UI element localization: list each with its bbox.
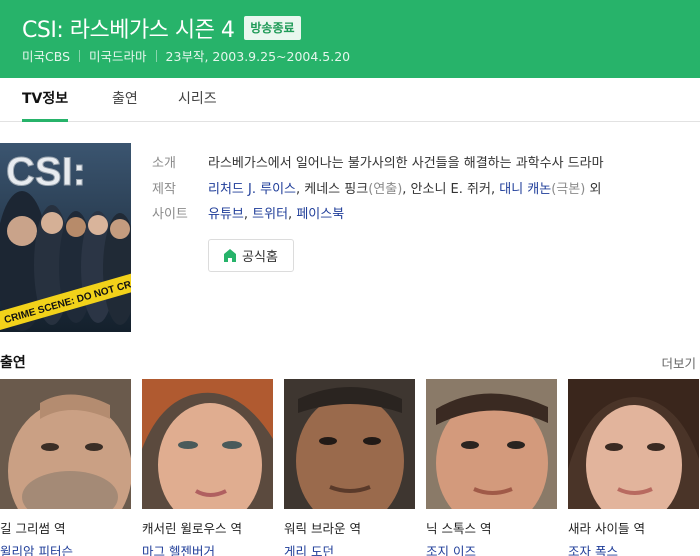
- production-label: 제작: [152, 182, 176, 197]
- site-links: 유튜브, 트위터, 페이스북: [208, 207, 345, 222]
- site-label: 사이트: [152, 207, 188, 222]
- tab-bar: TV정보 출연 시리즈: [0, 78, 700, 122]
- poster-logo-text: CSI:: [6, 150, 86, 194]
- cast-role: 워릭 브라운 역: [284, 521, 361, 536]
- poster-image: CSI: CRIME SCENE: DO NOT CROSS: [0, 143, 131, 332]
- cast-actor-link[interactable]: 윌리암 피터슨: [0, 541, 131, 556]
- cast-card[interactable]: 워릭 브라운 역 게리 도던: [284, 379, 415, 556]
- cast-photo[interactable]: [142, 379, 273, 509]
- cast-role: 새라 사이들 역: [568, 521, 645, 536]
- home-icon: [224, 249, 237, 262]
- cast-actor-link[interactable]: 조지 이즈: [426, 541, 557, 556]
- cast-role: 캐서린 윌로우스 역: [142, 521, 242, 536]
- cast-actor-link[interactable]: 조자 폭스: [568, 541, 699, 556]
- cast-more-link[interactable]: 더보기: [661, 353, 696, 372]
- site-link-twitter[interactable]: 트위터: [252, 207, 288, 222]
- production-person: 안소니 E. 쥐커: [410, 182, 491, 197]
- cast-photo[interactable]: [284, 379, 415, 509]
- cast-card[interactable]: 캐서린 윌로우스 역 마그 헬젠버거: [142, 379, 273, 556]
- production-role: (연출): [368, 182, 403, 197]
- intro-value: 라스베가스에서 일어나는 불가사의한 사건들을 해결하는 과학수사 드라마: [208, 156, 604, 171]
- official-home-label: 공식홈: [242, 250, 278, 265]
- show-poster[interactable]: CSI: CRIME SCENE: DO NOT CROSS: [0, 143, 131, 332]
- cast-section-title: 출연: [0, 355, 26, 371]
- title-row: CSI: 라스베가스 시즌 4 방송종료: [22, 12, 301, 44]
- cast-actor-link[interactable]: 마그 헬젠버거: [142, 541, 273, 556]
- meta-divider: [155, 49, 157, 62]
- intro-label: 소개: [152, 156, 176, 171]
- info-intro-row: 소개 라스베가스에서 일어나는 불가사의한 사건들을 해결하는 과학수사 드라마: [152, 152, 604, 171]
- production-suffix: 외: [589, 182, 602, 197]
- tab-cast[interactable]: 출연: [112, 78, 138, 122]
- tab-tv-info[interactable]: TV정보: [22, 78, 69, 122]
- cast-role: 닉 스톡스 역: [426, 521, 492, 536]
- info-site-row: 사이트 유튜브, 트위터, 페이스북: [152, 203, 344, 222]
- production-role: (극본): [551, 182, 586, 197]
- meta-network[interactable]: 미국CBS: [22, 46, 70, 65]
- cast-role: 길 그리썸 역: [0, 521, 66, 536]
- production-person-link[interactable]: 리처드 J. 루이스: [208, 182, 296, 197]
- cast-card[interactable]: 닉 스톡스 역 조지 이즈: [426, 379, 557, 556]
- meta-divider: [79, 49, 81, 62]
- cast-photo[interactable]: [0, 379, 131, 509]
- cast-card[interactable]: 길 그리썸 역 윌리암 피터슨: [0, 379, 131, 556]
- status-badge: 방송종료: [244, 16, 301, 40]
- production-value: 리처드 J. 루이스, 케네스 핑크(연출), 안소니 E. 쥐커, 대니 캐논…: [208, 182, 602, 197]
- show-title[interactable]: CSI: 라스베가스 시즌 4: [22, 12, 235, 44]
- official-home-button[interactable]: 공식홈: [208, 239, 294, 272]
- cast-actor-link[interactable]: 게리 도던: [284, 541, 415, 556]
- meta-episodes-dates: 23부작, 2003.9.25~2004.5.20: [165, 49, 351, 64]
- cast-card[interactable]: 새라 사이들 역 조자 폭스: [568, 379, 699, 556]
- show-meta: 미국CBS 미국드라마 23부작, 2003.9.25~2004.5.20: [22, 46, 350, 65]
- site-link-facebook[interactable]: 페이스북: [296, 207, 344, 222]
- cast-photo[interactable]: [426, 379, 557, 509]
- production-person-link[interactable]: 대니 캐논: [499, 182, 551, 197]
- site-link-youtube[interactable]: 유튜브: [208, 207, 244, 222]
- production-person: 케네스 핑크: [304, 182, 369, 197]
- tab-series[interactable]: 시리즈: [178, 78, 217, 122]
- info-production-row: 제작 리처드 J. 루이스, 케네스 핑크(연출), 안소니 E. 쥐커, 대니…: [152, 178, 601, 197]
- title-header: CSI: 라스베가스 시즌 4 방송종료 미국CBS 미국드라마 23부작, 2…: [0, 0, 700, 78]
- cast-photo[interactable]: [568, 379, 699, 509]
- meta-genre[interactable]: 미국드라마: [89, 46, 147, 65]
